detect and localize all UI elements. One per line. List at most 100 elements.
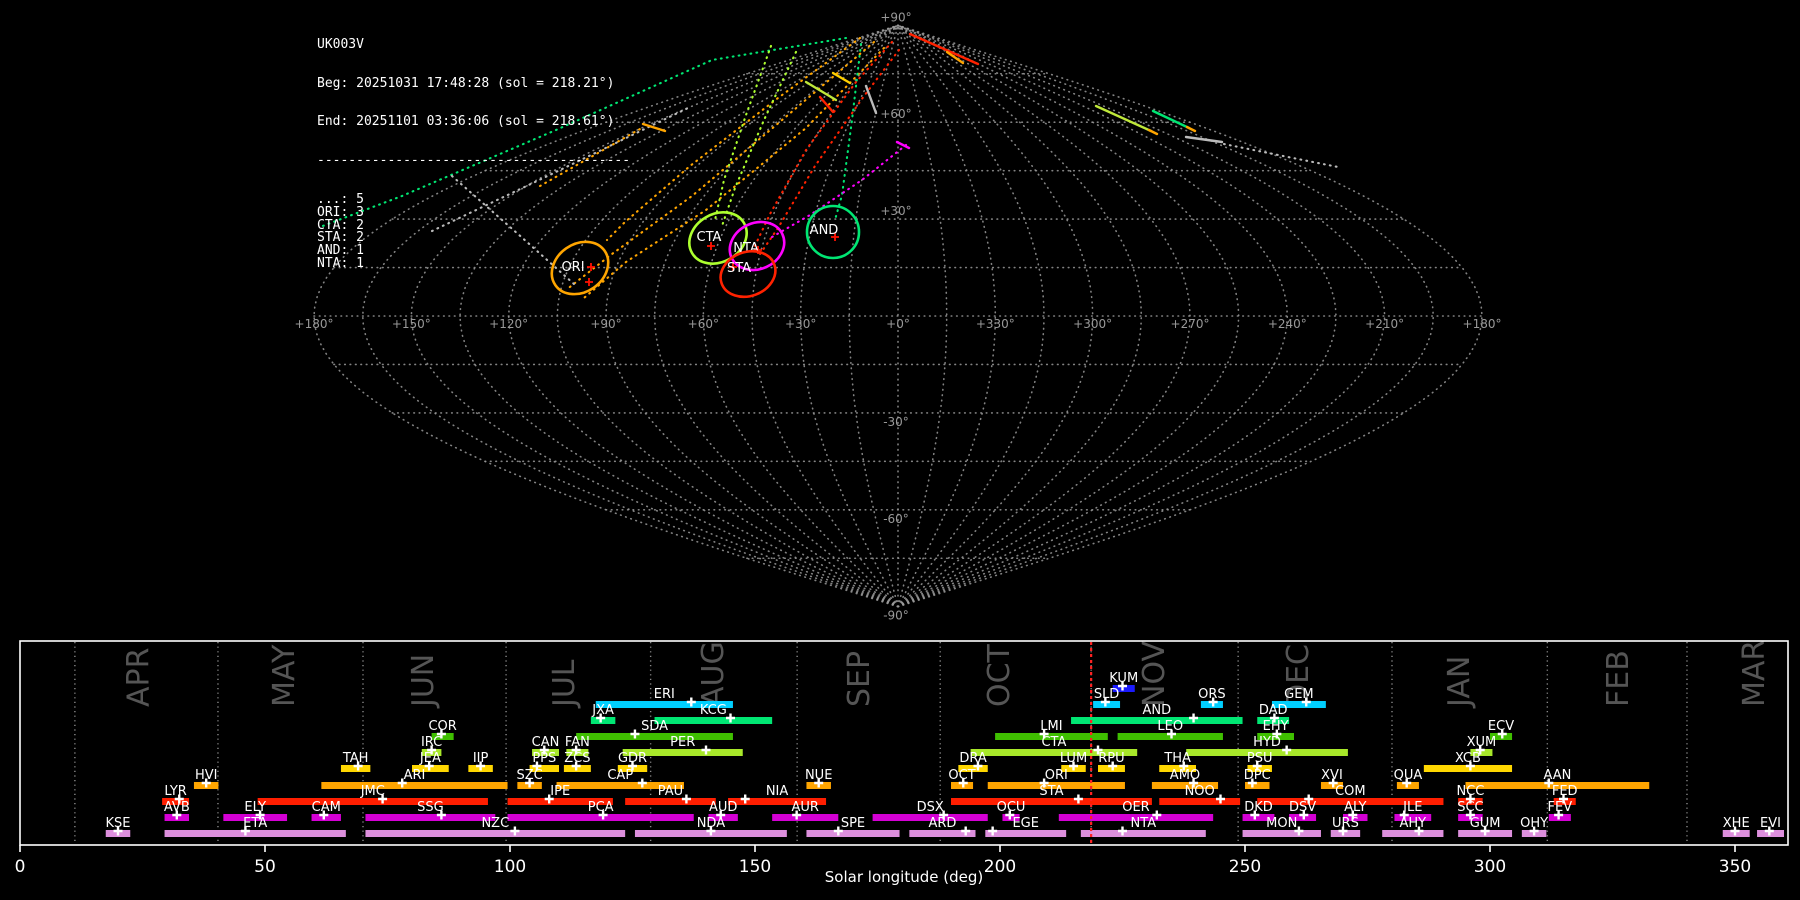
month-label: JUL [547, 659, 582, 709]
shower-label: KCG [700, 703, 727, 718]
shower-label: DAD [1259, 703, 1288, 718]
meteor-trail [770, 143, 908, 239]
shower-xcb: XCB [1423, 751, 1513, 772]
shower-bar [1242, 830, 1321, 837]
x-tick-label: 50 [254, 857, 276, 877]
month-label: MAR [1737, 640, 1772, 707]
shower-bar [985, 830, 1067, 837]
shower-label: SSG [417, 800, 444, 815]
shower-label: AMO [1170, 768, 1200, 783]
shower-label: COM [1335, 784, 1366, 799]
lon-label: +210° [1365, 317, 1404, 331]
radiant-map-and-timeline-plot: ORI CTA NTA STA AND +90° +60° +30° -30° -60° -90° +… [15, 10, 1789, 886]
shower-count-list: ...: 5 ORI: 3 CTA: 2 STA: 2 AND: 1 NTA: 1 [317, 193, 630, 271]
shower-row-violet: KSE ETA NZC NDA SPE ARD EGE NTA MON URS AHY GUM OHY X… [106, 816, 1784, 837]
lon-label: +300° [1073, 317, 1112, 331]
x-tick-label: 150 [739, 857, 771, 877]
shower-oct: OCT [948, 768, 976, 789]
month-label: SEP [842, 651, 877, 707]
shower-label: PER [670, 735, 695, 750]
shower-iip: IIP [468, 751, 493, 772]
shower-label: XVI [1321, 768, 1343, 783]
shower-label: NOO [1185, 784, 1215, 799]
shower-xhe: XHE [1722, 816, 1750, 837]
shower-bar [321, 782, 508, 789]
shower-label: SDA [641, 719, 668, 734]
shower-label: ARD [928, 816, 956, 831]
shower-cam: CAM [311, 800, 341, 821]
shower-label: CAN [532, 735, 560, 750]
shower-bar [164, 830, 346, 837]
lat-label: -30° [883, 415, 909, 429]
shower-rpu: RPU [1098, 751, 1125, 772]
month-label: NOV [1137, 640, 1172, 707]
shower-label: COR [428, 719, 456, 734]
shower-jxa: JXA [590, 703, 616, 724]
shower-label: GEM [1284, 687, 1314, 702]
shower-label: PCA [588, 800, 614, 815]
x-axis-title: Solar longitude (deg) [825, 868, 983, 886]
activity-timeline: APR MAY JUN JUL AUG SEP OCT NOV DEC JAN FEB MARKUME… [15, 640, 1789, 886]
shower-dpc: DPC [1244, 768, 1271, 789]
shower-bar [1080, 830, 1206, 837]
lat-label: +90° [880, 10, 911, 24]
shower-label: ZCS [564, 751, 590, 766]
shower-label: NIA [766, 784, 789, 799]
shower-bar [1382, 830, 1444, 837]
shower-sld: SLD [1093, 687, 1121, 708]
shower-label: KUM [1109, 671, 1138, 686]
radiant-label: STA [727, 261, 751, 276]
shower-label: AUD [709, 800, 737, 815]
month-label: FEB [1601, 650, 1636, 707]
shower-label: JMC [360, 784, 385, 799]
shower-ors: ORS [1198, 687, 1226, 708]
radiant-label: CTA [697, 230, 722, 245]
shower-label: SLD [1094, 687, 1120, 702]
shower-bar [654, 717, 773, 724]
lat-label: -60° [883, 512, 909, 526]
x-tick-label: 0 [15, 857, 26, 877]
shower-label: ORS [1198, 687, 1226, 702]
shower-bar [257, 798, 488, 805]
meteor-streak [1151, 109, 1191, 130]
radiant-and: AND [805, 204, 861, 260]
shower-label: LEO [1157, 719, 1183, 734]
shower-label: OCU [997, 800, 1026, 815]
shower-bar [1159, 798, 1241, 805]
shower-label: HYD [1253, 735, 1281, 750]
month-label: AUG [696, 641, 731, 707]
shower-label: QUA [1394, 768, 1423, 783]
shower-szc: SZC [516, 768, 543, 789]
x-tick-label: 300 [1474, 857, 1506, 877]
end-time-line: End: 20251101 03:36:06 (sol = 218.61°) [317, 114, 615, 130]
meteor-streak [818, 95, 835, 114]
lat-label: +60° [880, 107, 911, 121]
shower-label: IPE [550, 784, 570, 799]
shower-qua: QUA [1394, 768, 1423, 789]
shower-label: DKD [1244, 800, 1273, 815]
shower-bar [772, 814, 839, 821]
shower-label: DPC [1244, 768, 1271, 783]
radiant-label: AND [810, 223, 839, 238]
shower-label: XHE [1723, 816, 1750, 831]
meteor-streak [1147, 128, 1159, 136]
meteor-streak [864, 84, 878, 115]
month-label: JAN [1442, 656, 1477, 709]
shower-label: STA [1039, 784, 1063, 799]
shower-ohy: OHY [1520, 816, 1548, 837]
lon-label: +150° [392, 317, 431, 331]
shower-label: XUM [1467, 735, 1497, 750]
grid-meridian [897, 24, 1240, 608]
shower-label: ETA [243, 816, 267, 831]
shower-label: LYR [164, 784, 187, 799]
shower-label: CAP [607, 768, 633, 783]
station-id: UK003V [317, 36, 364, 52]
shower-label: CAM [312, 800, 341, 815]
shower-label: MON [1266, 816, 1297, 831]
observation-header: UK003V Beg: 20251031 17:48:28 (sol = 218… [317, 13, 630, 297]
lon-label: +90° [590, 317, 621, 331]
header-divider: ---------------------------------------- [317, 152, 631, 168]
month-label: OCT [982, 643, 1017, 707]
shower-evi: EVI [1757, 816, 1784, 837]
shower-label: XCB [1455, 751, 1481, 766]
